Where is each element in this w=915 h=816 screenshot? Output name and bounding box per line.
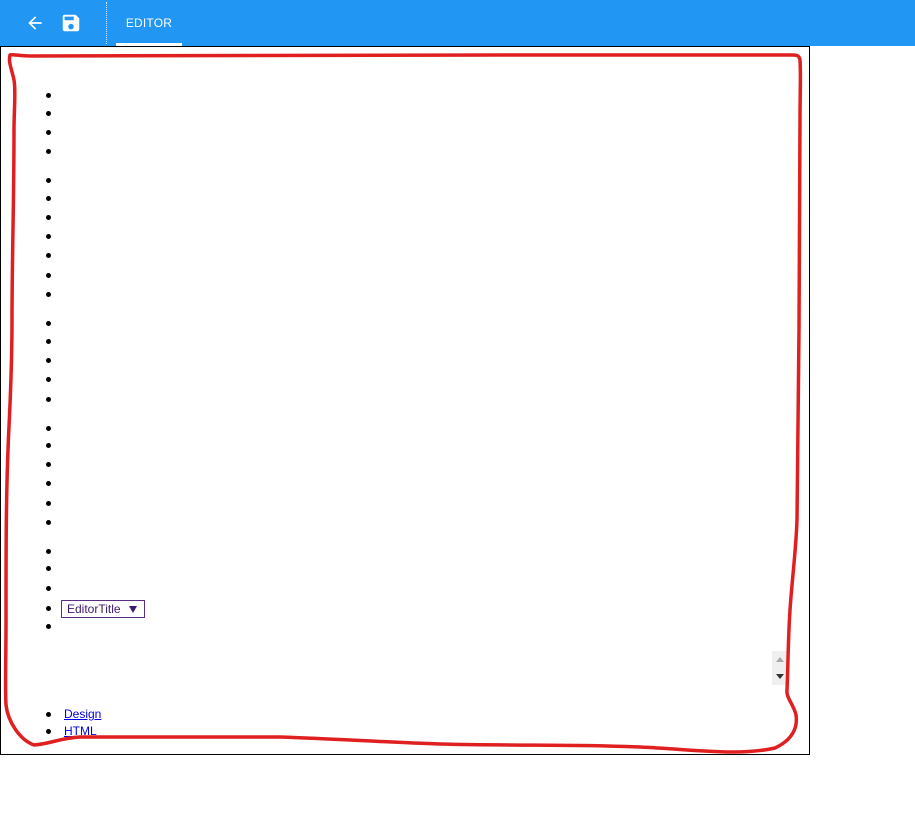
html-link[interactable]: HTML <box>64 724 97 738</box>
tab-editor[interactable]: EDITOR <box>116 0 182 46</box>
list-bullet <box>46 462 51 467</box>
dropdown-selected-value: EditorTitle <box>67 602 121 616</box>
list-bullet <box>46 712 51 717</box>
arrow-left-icon[interactable] <box>20 8 50 38</box>
top-toolbar: EDITOR <box>0 0 915 46</box>
list-bullet <box>46 520 51 525</box>
list-bullet <box>46 729 51 734</box>
list-bullet <box>46 426 51 431</box>
list-bullet <box>46 624 51 629</box>
list-bullet <box>46 377 51 382</box>
list-bullet <box>46 339 51 344</box>
list-bullet <box>46 397 51 402</box>
triangle-up-icon <box>775 657 784 662</box>
list-bullet <box>46 130 51 135</box>
floppy-disk-icon[interactable] <box>56 8 86 38</box>
list-bullet <box>46 481 51 486</box>
list-bullet <box>46 149 51 154</box>
list-bullet <box>46 93 51 98</box>
list-bullet <box>46 586 51 591</box>
list-bullet <box>46 292 51 297</box>
list-bullet <box>46 234 51 239</box>
scroll-spinner[interactable] <box>772 651 787 685</box>
list-bullet <box>46 196 51 201</box>
editor-frame <box>0 46 810 755</box>
editor-title-dropdown[interactable]: EditorTitle <box>61 600 145 618</box>
list-bullet <box>46 215 51 220</box>
caret-down-icon <box>129 605 137 613</box>
list-bullet <box>46 566 51 571</box>
list-bullet <box>46 253 51 258</box>
design-link[interactable]: Design <box>64 707 101 721</box>
list-bullet <box>46 178 51 183</box>
list-bullet <box>46 549 51 554</box>
scroll-down-button[interactable] <box>772 668 787 685</box>
list-bullet <box>46 111 51 116</box>
list-bullet <box>46 443 51 448</box>
list-bullet <box>46 606 51 611</box>
triangle-down-icon <box>775 674 784 679</box>
list-bullet <box>46 321 51 326</box>
list-bullet <box>46 273 51 278</box>
toolbar-divider <box>106 2 107 44</box>
scroll-up-button[interactable] <box>772 651 787 668</box>
list-bullet <box>46 358 51 363</box>
list-bullet <box>46 501 51 506</box>
